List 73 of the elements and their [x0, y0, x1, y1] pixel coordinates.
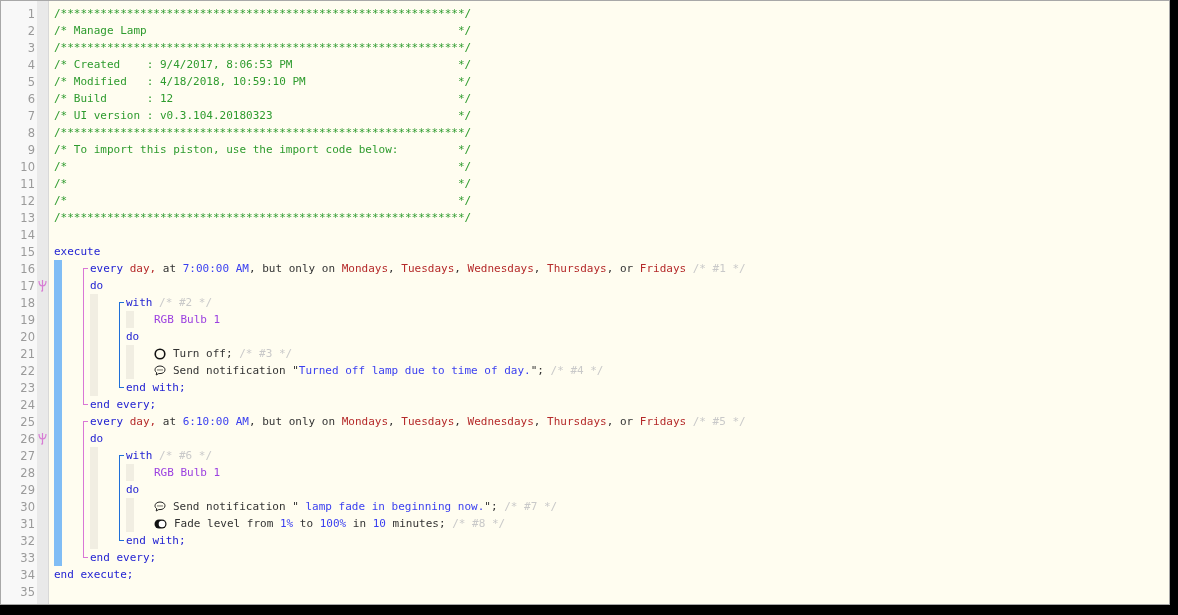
- code-line: end every;: [90, 398, 157, 411]
- code-line: RGB Bulb 1: [154, 313, 221, 326]
- line-number: 9: [26, 142, 36, 157]
- line-number: 5: [26, 74, 36, 89]
- line-number: 17: [19, 278, 36, 293]
- chat-icon: [154, 501, 166, 512]
- line-number: 11: [19, 176, 36, 191]
- comment-end: */: [457, 109, 472, 122]
- line-number: 18: [19, 295, 36, 310]
- comment-text: /* UI version : v0.3.104.20180323: [54, 109, 274, 122]
- comment-end: */: [457, 75, 472, 88]
- line-number: 30: [19, 499, 36, 514]
- line-number: 29: [19, 482, 36, 497]
- code-line: do: [90, 432, 104, 445]
- line-number: 8: [26, 125, 36, 140]
- comment-end: */: [457, 177, 472, 190]
- line-number: 32: [19, 533, 36, 548]
- line-number: 28: [19, 465, 36, 480]
- line-number: 10: [19, 159, 36, 174]
- line-number: 13: [19, 210, 36, 225]
- comment-end: */: [457, 92, 472, 105]
- line-number: 25: [19, 414, 36, 429]
- line-number: 6: [26, 91, 36, 106]
- comment-text: /* Build : 12: [54, 92, 175, 105]
- line-number: 23: [19, 380, 36, 395]
- comment-end: */: [457, 194, 472, 207]
- line-number: 14: [19, 227, 36, 242]
- line-number: 15: [19, 244, 36, 259]
- comment-end: */: [457, 24, 472, 37]
- line-number: 22: [19, 363, 36, 378]
- code-line: end with;: [126, 534, 186, 547]
- comment-line: /*************************************************************/: [54, 126, 472, 139]
- line-number: 7: [26, 108, 36, 123]
- circle-icon: [154, 347, 166, 360]
- line-number: 3: [26, 40, 36, 55]
- code-line: do: [126, 483, 140, 496]
- line-number: 24: [19, 397, 36, 412]
- line-number: 16: [19, 261, 36, 276]
- comment-end: */: [457, 143, 472, 156]
- line-number: 34: [19, 567, 36, 582]
- line-number: 21: [19, 346, 36, 361]
- code-line: RGB Bulb 1: [154, 466, 221, 479]
- code-line: end execute;: [54, 568, 134, 581]
- comment-text: /*: [54, 177, 69, 190]
- comment-text: /* Created : 9/4/2017, 8:06:53 PM: [54, 58, 294, 71]
- line-number: 2: [26, 23, 36, 38]
- chat-icon: [154, 365, 166, 376]
- code-line: execute: [54, 245, 101, 258]
- comment-text: /* Manage Lamp: [54, 24, 148, 37]
- comment-end: */: [457, 58, 472, 71]
- comment-end: */: [457, 160, 472, 173]
- code-line: end with;: [126, 381, 186, 394]
- line-number: 4: [26, 57, 36, 72]
- comment-text: /*: [54, 160, 69, 173]
- line-number: 35: [19, 584, 36, 599]
- comment-text: /* To import this piston, use the import code below:: [54, 143, 400, 156]
- comment-text: /* Modified : 4/18/2018, 10:59:10 PM: [54, 75, 307, 88]
- comment-line: /*************************************************************/: [54, 211, 472, 224]
- line-number: 1: [26, 6, 36, 21]
- line-number: 19: [19, 312, 36, 327]
- line-number: 31: [19, 516, 36, 531]
- code-line: do: [126, 330, 140, 343]
- line-number: 33: [19, 550, 36, 565]
- comment-line: /*************************************************************/: [54, 41, 472, 54]
- line-number: 20: [19, 329, 36, 344]
- code-line: end every;: [90, 551, 157, 564]
- comment-text: /*: [54, 194, 69, 207]
- comment-line: /*************************************************************/: [54, 7, 472, 20]
- line-number: 27: [19, 448, 36, 463]
- code-line: do: [90, 279, 104, 292]
- line-number: 12: [19, 193, 36, 208]
- line-number: 26: [19, 431, 36, 446]
- toggle-icon: [154, 518, 167, 529]
